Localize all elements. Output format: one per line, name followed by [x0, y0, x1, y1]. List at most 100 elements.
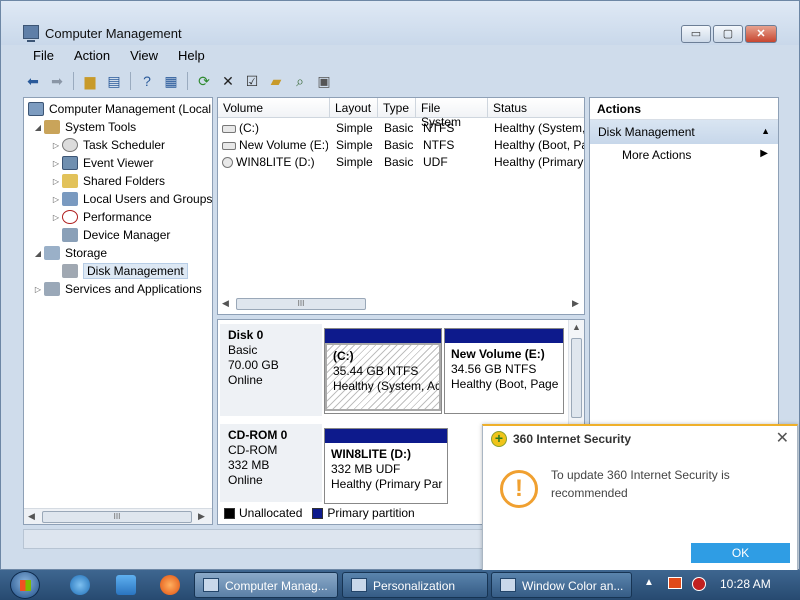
tree-item-label: System Tools: [65, 120, 137, 134]
up-folder-icon[interactable]: ▆: [80, 71, 100, 91]
menu-view[interactable]: View: [120, 46, 168, 66]
delete-icon[interactable]: ✕: [218, 71, 238, 91]
tools-icon: [44, 120, 60, 134]
tree-item-label: Storage: [65, 246, 108, 260]
collapsed-arrow-icon[interactable]: ▷: [50, 213, 62, 222]
disk-0-info[interactable]: Disk 0 Basic 70.00 GB Online: [220, 324, 322, 416]
window-color-icon: [500, 578, 516, 592]
tree-item-device-manager[interactable]: Device Manager: [50, 226, 170, 244]
task-window-color[interactable]: Window Color an...: [491, 572, 632, 598]
menu-action[interactable]: Action: [64, 46, 120, 66]
title-bar[interactable]: Computer Management ▭ ▢ ✕: [1, 1, 799, 45]
action-center-icon[interactable]: [668, 577, 682, 589]
layout-cell: Simple: [336, 155, 373, 169]
tree-item-label: Services and Applications: [65, 282, 202, 296]
task-personalization[interactable]: Personalization: [342, 572, 488, 598]
scroll-thumb[interactable]: III: [236, 298, 366, 310]
expanded-arrow-icon[interactable]: ◢: [32, 123, 44, 132]
collapsed-arrow-icon[interactable]: ▷: [32, 285, 44, 294]
actions-section-disk-management[interactable]: Disk Management ▲: [590, 120, 778, 144]
toolbar-separator: [130, 72, 131, 90]
partition-size: 332 MB UDF: [331, 462, 401, 476]
clock[interactable]: 10:28 AM: [720, 577, 771, 591]
column-header-layout[interactable]: Layout: [330, 98, 378, 118]
storage-icon: [44, 246, 60, 260]
table-row[interactable]: (C:) Simple Basic NTFS Healthy (System,: [218, 119, 584, 136]
collapsed-arrow-icon[interactable]: ▷: [50, 141, 62, 150]
file-system-cell: UDF: [423, 155, 448, 169]
notification-title: 360 Internet Security: [513, 432, 632, 446]
column-header-status[interactable]: Status: [488, 98, 584, 118]
partition-d[interactable]: WIN8LITE (D:) 332 MB UDF Healthy (Primar…: [324, 428, 448, 504]
tree-item-performance[interactable]: ▷ Performance: [50, 208, 152, 226]
column-header-volume[interactable]: Volume: [218, 98, 330, 118]
scroll-left-icon[interactable]: ◀: [222, 298, 229, 309]
event-viewer-icon: [62, 156, 78, 170]
explorer-icon[interactable]: [116, 575, 136, 595]
export-icon[interactable]: ▣: [314, 71, 334, 91]
table-row[interactable]: WIN8LITE (D:) Simple Basic UDF Healthy (…: [218, 153, 584, 170]
column-header-type[interactable]: Type: [378, 98, 416, 118]
menu-bar: File Action View Help: [23, 46, 215, 66]
column-header-file-system[interactable]: File System: [416, 98, 488, 129]
personalization-icon: [351, 578, 367, 592]
scroll-left-icon[interactable]: ◀: [28, 511, 35, 522]
minimize-button[interactable]: ▭: [681, 25, 711, 43]
partition-name: WIN8LITE (D:): [331, 447, 411, 461]
warning-icon: !: [500, 470, 538, 508]
collapsed-arrow-icon[interactable]: ▷: [50, 159, 62, 168]
toolbar: ⬅ ➡ ▆ ▤ ? ▦ ⟳ ✕ ☑ ▰ ⌕ ▣: [23, 69, 334, 93]
properties-icon[interactable]: ☑: [242, 71, 262, 91]
tree-item-disk-management[interactable]: Disk Management: [50, 262, 188, 280]
scroll-up-icon[interactable]: ▲: [572, 322, 581, 332]
scroll-thumb[interactable]: [571, 338, 582, 418]
notification-close-icon[interactable]: ✕: [776, 428, 789, 448]
legend-primary: Primary partition: [327, 506, 415, 520]
partition-e[interactable]: New Volume (E:) 34.56 GB NTFS Healthy (B…: [444, 328, 564, 414]
show-hidden-icons-icon[interactable]: ▲: [644, 577, 654, 588]
back-arrow-icon[interactable]: ⬅: [23, 71, 43, 91]
properties-view-icon[interactable]: ▦: [161, 71, 181, 91]
show-hide-tree-icon[interactable]: ▤: [104, 71, 124, 91]
menu-file[interactable]: File: [23, 46, 64, 66]
layout-cell: Simple: [336, 138, 373, 152]
tree-item-event-viewer[interactable]: ▷ Event Viewer: [50, 154, 153, 172]
computer-management-icon: [203, 578, 219, 592]
tree-item-computer-management[interactable]: Computer Management (Local: [28, 100, 211, 118]
tree-item-shared-folders[interactable]: ▷ Shared Folders: [50, 172, 165, 190]
start-button[interactable]: [10, 571, 40, 599]
table-row[interactable]: New Volume (E:) Simple Basic NTFS Health…: [218, 136, 584, 153]
close-button[interactable]: ✕: [745, 25, 777, 43]
collapsed-arrow-icon[interactable]: ▷: [50, 177, 62, 186]
collapsed-arrow-icon[interactable]: ▷: [50, 195, 62, 204]
scroll-right-icon[interactable]: ▶: [572, 298, 579, 309]
tree-horizontal-scrollbar[interactable]: ◀ III ▶: [24, 508, 212, 524]
task-computer-management[interactable]: Computer Manag...: [194, 572, 338, 598]
refresh-icon[interactable]: ⟳: [194, 71, 214, 91]
maximize-button[interactable]: ▢: [713, 25, 743, 43]
scroll-right-icon[interactable]: ▶: [198, 511, 205, 522]
tree-item-services-applications[interactable]: ▷ Services and Applications: [32, 280, 202, 298]
expanded-arrow-icon[interactable]: ◢: [32, 249, 44, 258]
collapse-arrow-icon[interactable]: ▲: [761, 126, 770, 136]
tree-item-storage[interactable]: ◢ Storage: [32, 244, 107, 262]
volume-cell: New Volume (E:): [222, 138, 328, 152]
tree-item-local-users-groups[interactable]: ▷ Local Users and Groups: [50, 190, 212, 208]
media-player-icon[interactable]: [160, 575, 180, 595]
partition-c[interactable]: (C:) 35.44 GB NTFS Healthy (System, Ac: [324, 328, 442, 414]
notification-message: To update 360 Internet Security is recom…: [551, 468, 730, 500]
search-icon[interactable]: ⌕: [290, 71, 310, 91]
scroll-thumb[interactable]: III: [42, 511, 192, 523]
security-tray-icon[interactable]: [692, 577, 706, 591]
tree-item-task-scheduler[interactable]: ▷ Task Scheduler: [50, 136, 165, 154]
more-actions-item[interactable]: More Actions ▶: [590, 144, 778, 166]
ok-button[interactable]: OK: [691, 543, 790, 563]
menu-help[interactable]: Help: [168, 46, 215, 66]
cdrom-0-info[interactable]: CD-ROM 0 CD-ROM 332 MB Online: [220, 424, 322, 502]
volume-horizontal-scrollbar[interactable]: ◀ III ▶: [218, 296, 584, 312]
open-icon[interactable]: ▰: [266, 71, 286, 91]
tree-item-system-tools[interactable]: ◢ System Tools: [32, 118, 136, 136]
forward-arrow-icon[interactable]: ➡: [47, 71, 67, 91]
internet-explorer-icon[interactable]: [70, 575, 90, 595]
help-icon[interactable]: ?: [137, 71, 157, 91]
